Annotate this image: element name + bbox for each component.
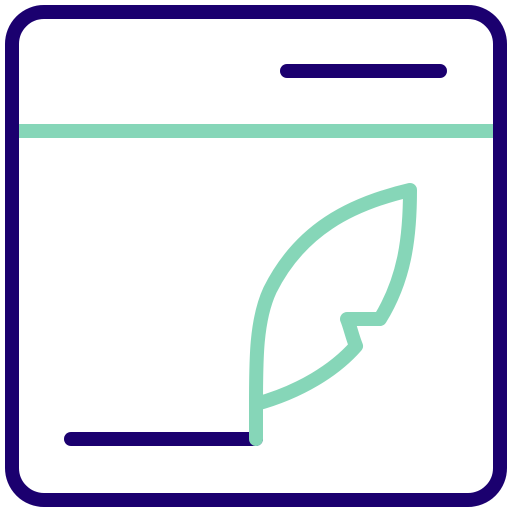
quill-icon (249, 183, 417, 446)
web-page-quill-icon (5, 5, 507, 507)
icon-canvas (0, 0, 512, 512)
